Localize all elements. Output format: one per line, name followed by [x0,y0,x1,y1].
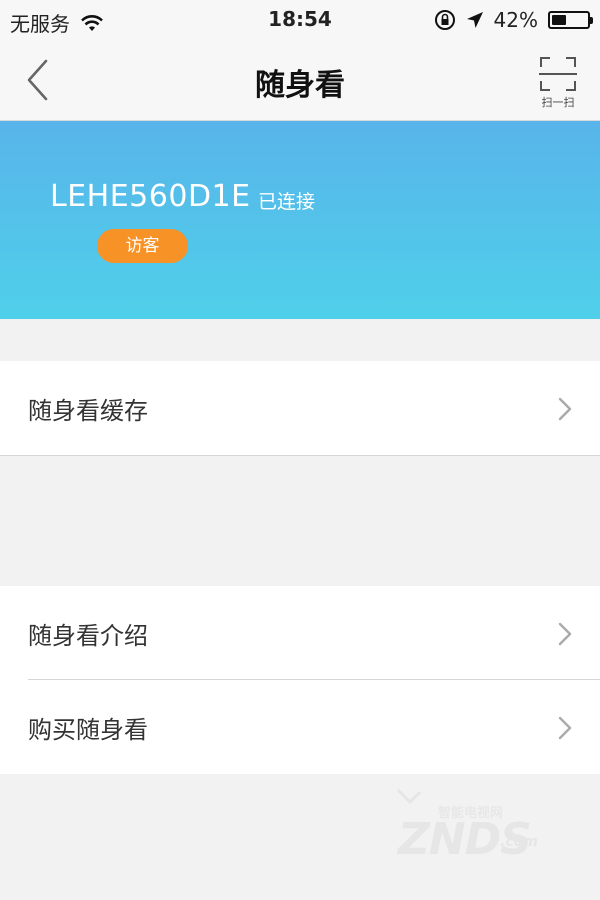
chevron-right-icon [558,622,572,646]
scan-label: 扫一扫 [541,96,575,109]
page-title: 随身看 [255,68,345,103]
role-badge: 访客 [97,229,188,263]
menu-item-label: 购买随身看 [28,715,148,744]
device-name: LEHE560D1E [50,179,251,214]
menu-item-cache[interactable]: 随身看缓存 [0,361,600,455]
status-bar: 无服务 18:54 42% [0,0,600,40]
menu-item-label: 随身看介绍 [28,621,148,650]
watermark-suffix: .com [500,834,538,850]
menu-item-intro[interactable]: 随身看介绍 [0,586,600,680]
menu-item-label: 随身看缓存 [28,396,148,425]
status-right: 42% [434,8,593,32]
battery-percent: 42% [493,8,538,32]
chevron-right-icon [558,716,572,740]
location-arrow-icon [466,12,483,28]
menu-group-cache: 随身看缓存 [0,361,600,456]
device-banner: LEHE560D1E 已连接 访客 [0,121,600,319]
rotation-lock-icon [434,10,455,30]
chevron-right-icon [558,397,572,421]
scan-frame-icon [539,57,577,91]
navigation-bar: 随身看 扫一扫 [0,40,600,121]
menu-group-info: 随身看介绍 购买随身看 [0,586,600,774]
znds-watermark: 智能电视网 ZNDS .com [390,788,550,868]
connection-status: 已连接 [258,191,316,213]
menu-item-buy[interactable]: 购买随身看 [0,680,600,774]
battery-icon [548,11,593,29]
scan-button[interactable]: 扫一扫 [536,56,580,116]
battery-fill [552,15,567,25]
